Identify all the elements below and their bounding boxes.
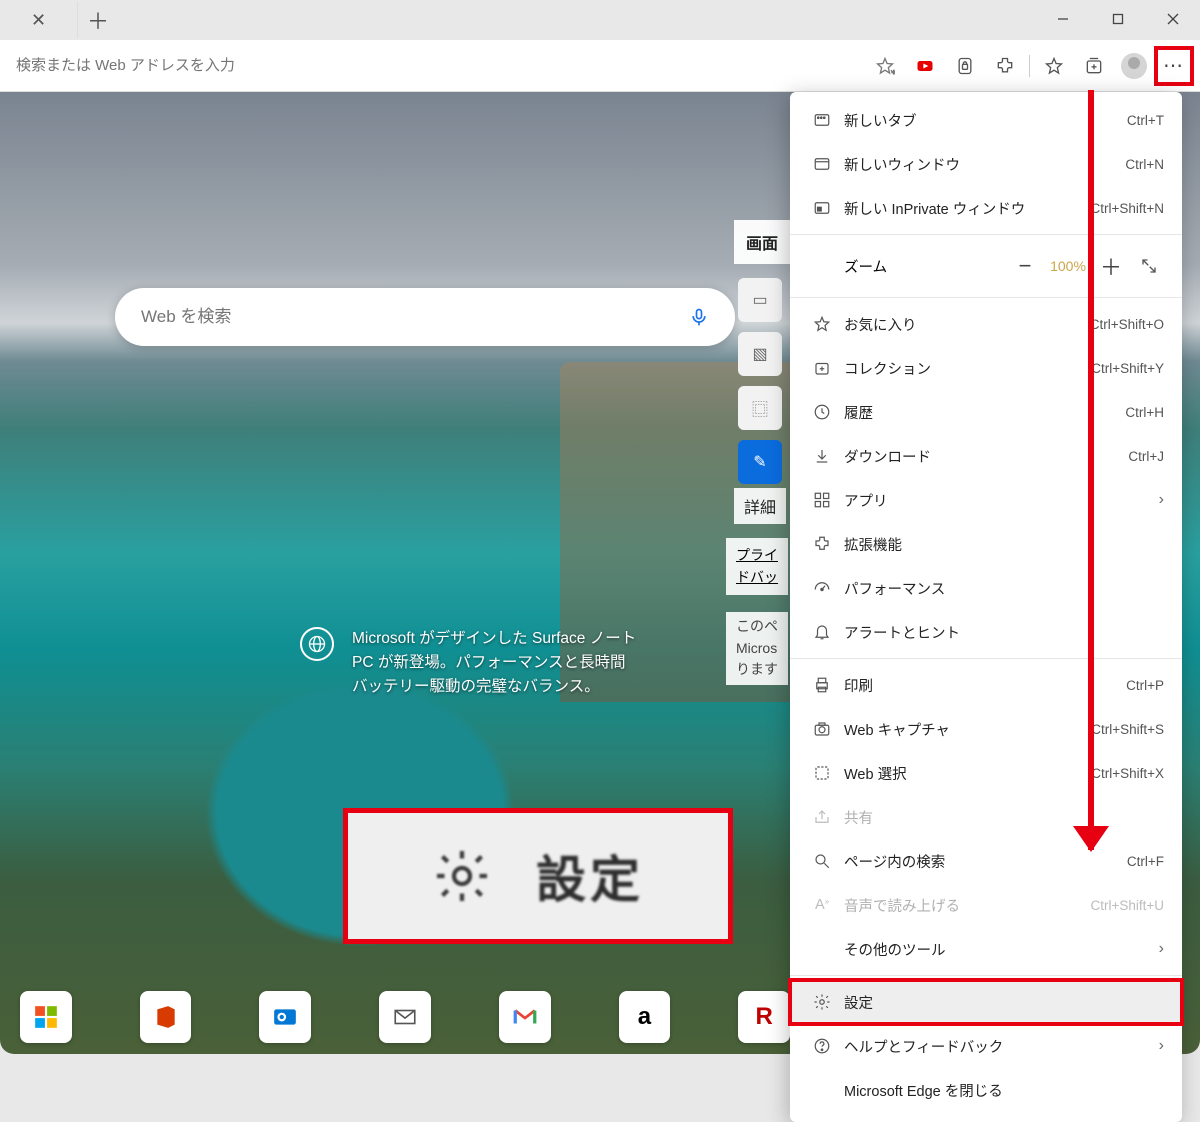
camera-icon	[808, 720, 836, 738]
menu-find[interactable]: ページ内の検索 Ctrl+F	[790, 839, 1182, 883]
print-icon	[808, 676, 836, 694]
zoom-value: 100%	[1044, 258, 1092, 274]
side-detail-label: 詳細	[734, 488, 786, 524]
side-privacy-link1[interactable]: プライ	[736, 547, 778, 563]
globe-icon	[300, 627, 334, 661]
chevron-right-icon: ›	[1159, 491, 1164, 509]
gauge-icon	[808, 579, 836, 597]
maximize-button[interactable]	[1090, 0, 1145, 38]
toolbar: + ⋯	[0, 40, 1200, 92]
quicklink-amazon[interactable]: a	[619, 991, 671, 1043]
youtube-extension-icon[interactable]	[905, 46, 945, 86]
callout-label: 設定	[536, 840, 644, 912]
promo-text: Microsoft がデザインした Surface ノート PC が新登場。パフ…	[352, 627, 636, 699]
web-search-input[interactable]	[141, 307, 679, 327]
window-controls	[1035, 0, 1200, 38]
menu-share: 共有	[790, 795, 1182, 839]
help-icon	[808, 1037, 836, 1055]
menu-new-inprivate[interactable]: 新しい InPrivate ウィンドウ Ctrl+Shift+N	[790, 186, 1182, 230]
menu-settings[interactable]: 設定	[790, 980, 1182, 1024]
inprivate-icon	[808, 199, 836, 217]
extensions-icon[interactable]	[985, 46, 1025, 86]
menu-alerts[interactable]: アラートとヒント	[790, 610, 1182, 654]
side-icon-edit[interactable]: ✎	[738, 440, 782, 484]
menu-performance[interactable]: パフォーマンス	[790, 566, 1182, 610]
side-icon-ellipsis[interactable]: ▭	[738, 278, 782, 322]
menu-more-tools[interactable]: その他のツール ›	[790, 927, 1182, 971]
menu-new-window[interactable]: 新しいウィンドウ Ctrl+N	[790, 142, 1182, 186]
menu-read-aloud: A» 音声で読み上げる Ctrl+Shift+U	[790, 883, 1182, 927]
window-icon	[808, 155, 836, 173]
quicklink-outlook[interactable]	[259, 991, 311, 1043]
menu-apps[interactable]: アプリ ›	[790, 478, 1182, 522]
collections-icon	[808, 359, 836, 377]
menu-extensions[interactable]: 拡張機能	[790, 522, 1182, 566]
quick-links-row: a R	[0, 980, 790, 1054]
title-bar: ✕ ＋	[0, 0, 1200, 40]
side-privacy-link2[interactable]: ドバッ	[736, 569, 778, 585]
chevron-right-icon: ›	[1159, 940, 1164, 958]
more-menu-button[interactable]: ⋯	[1154, 46, 1194, 86]
quicklink-rakuten[interactable]: R	[738, 991, 790, 1043]
promo-banner: Microsoft がデザインした Surface ノート PC が新登場。パフ…	[300, 627, 636, 699]
share-icon	[808, 808, 836, 826]
download-icon	[808, 447, 836, 465]
annotation-arrow	[1088, 90, 1094, 850]
svg-text:+: +	[892, 67, 895, 76]
star-icon	[808, 315, 836, 333]
menu-zoom: ズーム − 100% ＋	[790, 239, 1182, 293]
quicklink-microsoft[interactable]	[20, 991, 72, 1043]
gear-icon	[808, 993, 836, 1011]
minimize-button[interactable]	[1035, 0, 1090, 38]
zoom-label: ズーム	[844, 256, 887, 277]
select-icon	[808, 764, 836, 782]
read-aloud-icon: A»	[808, 897, 836, 913]
favorites-icon[interactable]	[1034, 46, 1074, 86]
side-hint-text: このペ Micros ります	[726, 612, 788, 685]
menu-print[interactable]: 印刷 Ctrl+P	[790, 663, 1182, 707]
collections-icon[interactable]	[1074, 46, 1114, 86]
search-icon	[808, 852, 836, 870]
annotation-callout: 設定	[343, 808, 733, 944]
fullscreen-button[interactable]	[1130, 247, 1168, 285]
quicklink-office[interactable]	[140, 991, 192, 1043]
history-icon	[808, 403, 836, 421]
apps-icon	[808, 491, 836, 509]
new-tab-button[interactable]: ＋	[78, 0, 118, 40]
menu-downloads[interactable]: ダウンロード Ctrl+J	[790, 434, 1182, 478]
menu-close-edge[interactable]: Microsoft Edge を閉じる	[790, 1068, 1182, 1112]
web-search-box[interactable]	[115, 288, 735, 346]
menu-history[interactable]: 履歴 Ctrl+H	[790, 390, 1182, 434]
profile-avatar[interactable]	[1114, 46, 1154, 86]
new-tab-icon	[808, 111, 836, 129]
lock-extension-icon[interactable]	[945, 46, 985, 86]
menu-new-tab[interactable]: 新しいタブ Ctrl+T	[790, 98, 1182, 142]
menu-collections[interactable]: コレクション Ctrl+Shift+Y	[790, 346, 1182, 390]
menu-help[interactable]: ヘルプとフィードバック ›	[790, 1024, 1182, 1068]
zoom-out-button[interactable]: −	[1006, 247, 1044, 285]
browser-tab[interactable]: ✕	[0, 2, 78, 38]
side-icon-column: ▭ ▧ ⿴ ✎	[738, 278, 782, 484]
side-privacy-text: プライ ドバッ	[726, 538, 788, 595]
side-icon-image[interactable]: ▧	[738, 332, 782, 376]
zoom-in-button[interactable]: ＋	[1092, 247, 1130, 285]
favorite-star-icon[interactable]: +	[865, 56, 905, 76]
side-icon-layout[interactable]: ⿴	[738, 386, 782, 430]
gear-icon	[432, 846, 492, 906]
close-window-button[interactable]	[1145, 0, 1200, 38]
menu-favorites[interactable]: お気に入り Ctrl+Shift+O	[790, 302, 1182, 346]
address-bar[interactable]	[0, 48, 865, 84]
menu-web-capture[interactable]: Web キャプチャ Ctrl+Shift+S	[790, 707, 1182, 751]
mic-icon[interactable]	[689, 307, 709, 327]
puzzle-icon	[808, 535, 836, 553]
bell-icon	[808, 623, 836, 641]
menu-web-select[interactable]: Web 選択 Ctrl+Shift+X	[790, 751, 1182, 795]
chevron-right-icon: ›	[1159, 1037, 1164, 1055]
side-panel-heading: 画面	[734, 220, 790, 264]
close-tab-icon[interactable]: ✕	[31, 10, 46, 31]
quicklink-yahoomail[interactable]	[379, 991, 431, 1043]
quicklink-gmail[interactable]	[499, 991, 551, 1043]
settings-menu: 新しいタブ Ctrl+T 新しいウィンドウ Ctrl+N 新しい InPriva…	[790, 92, 1182, 1122]
